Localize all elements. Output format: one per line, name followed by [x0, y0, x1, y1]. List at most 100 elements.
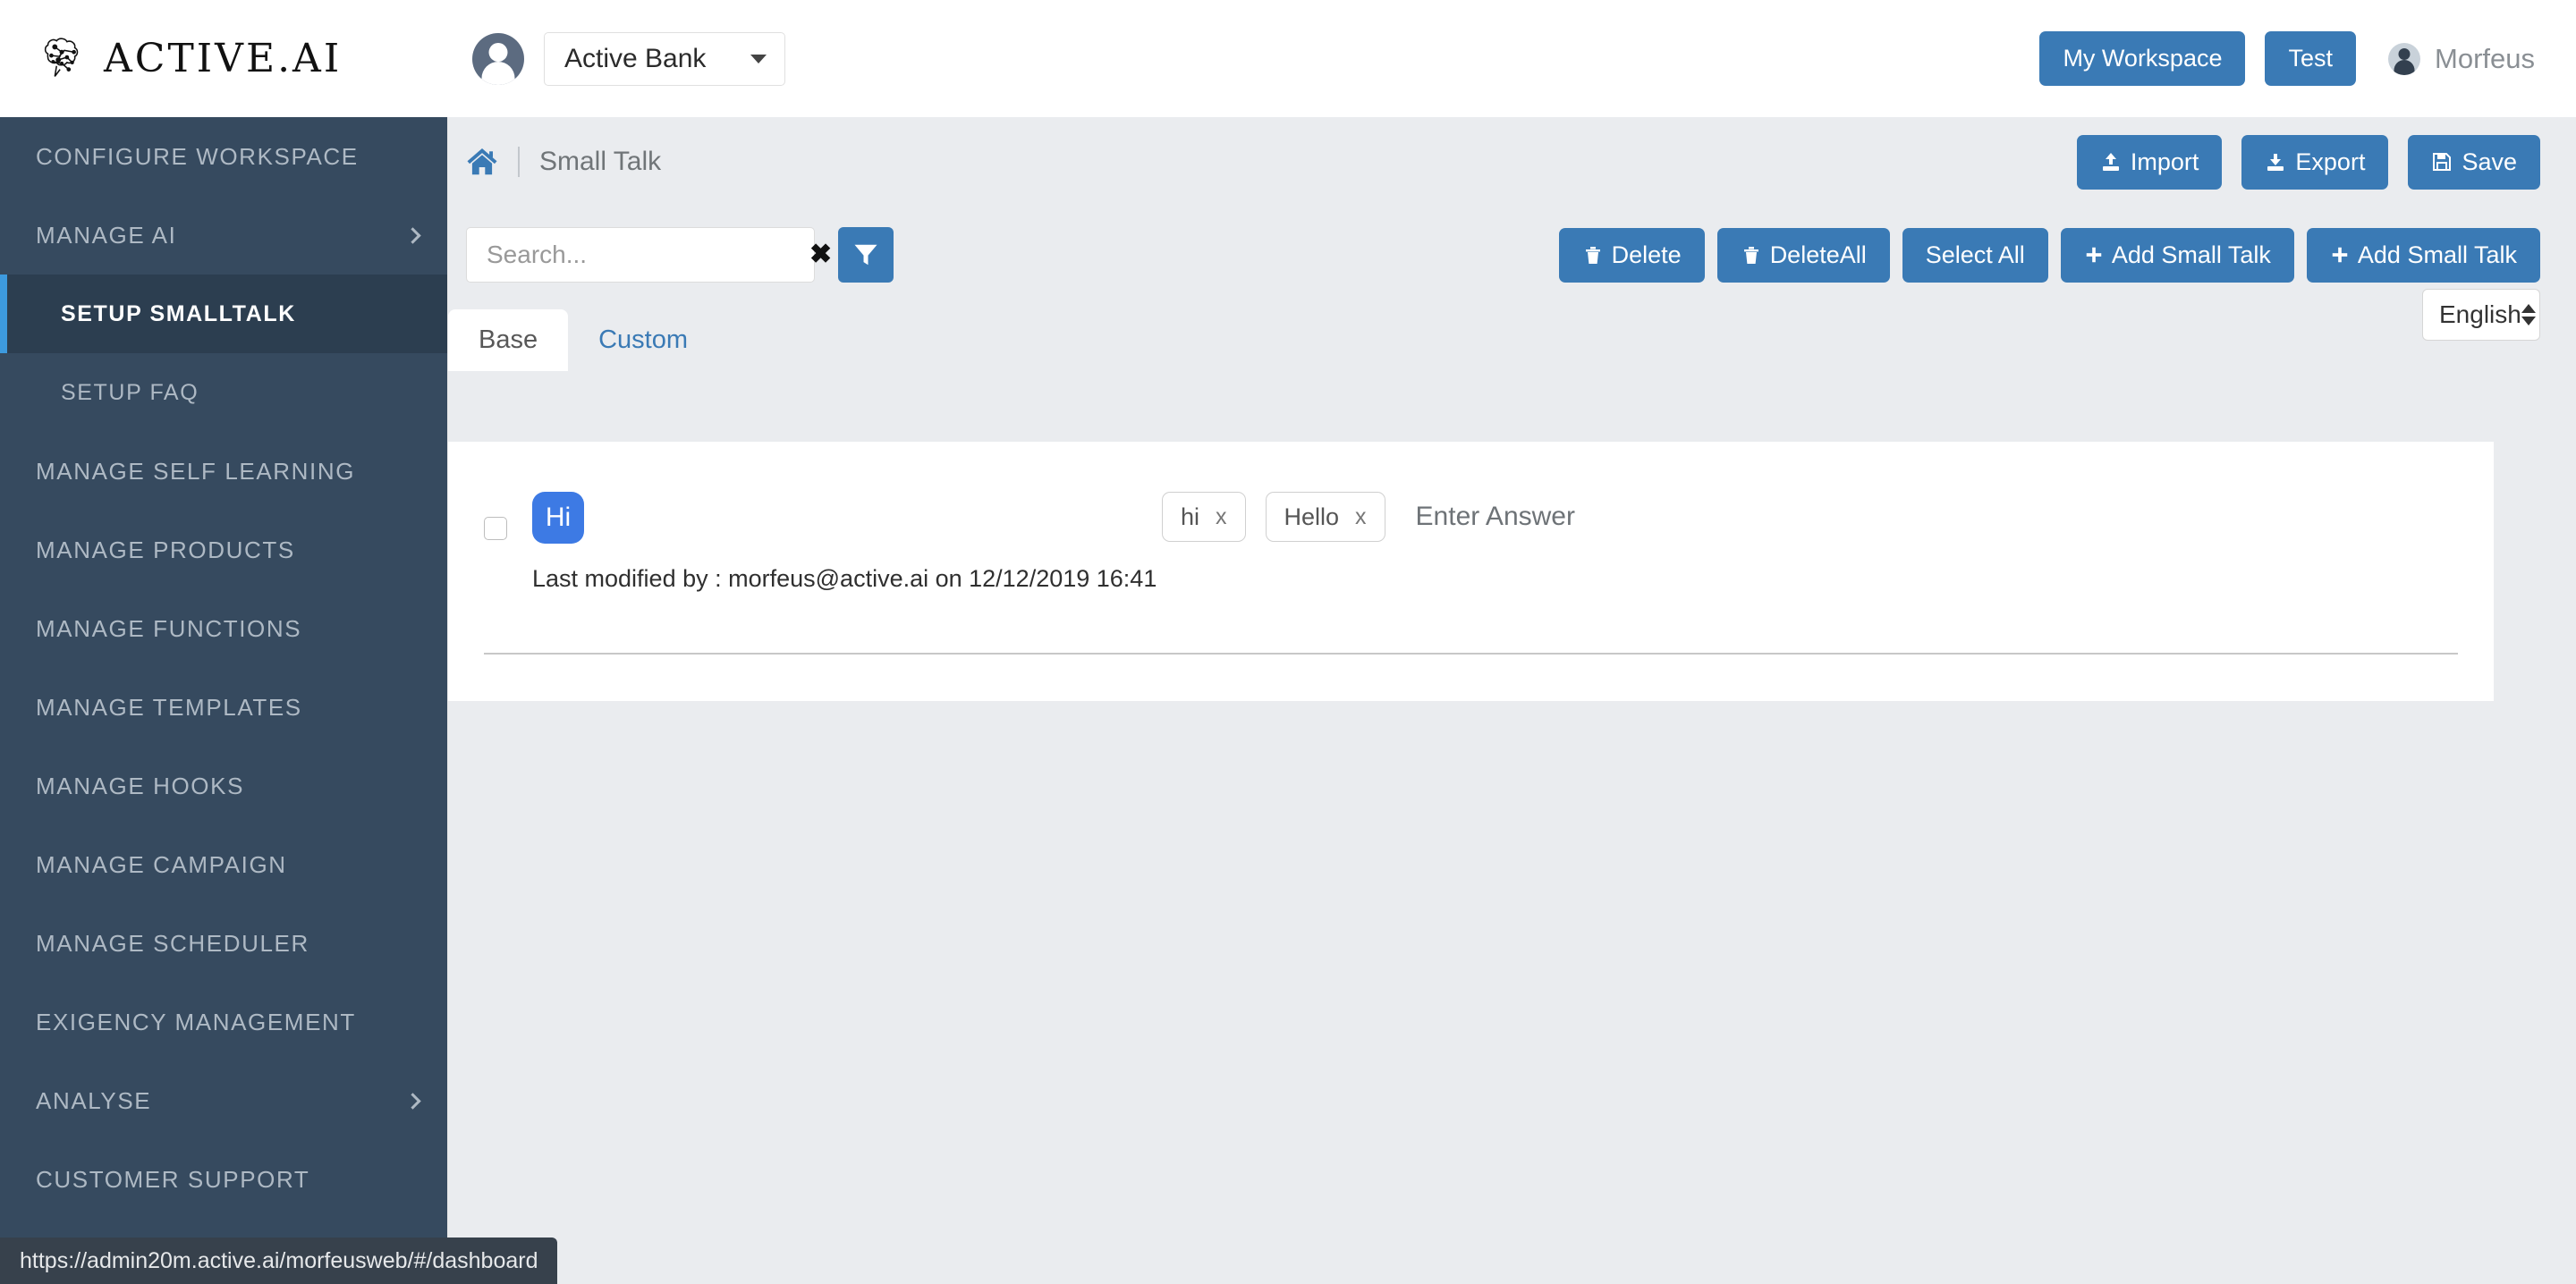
floppy-disk-icon [2433, 152, 2452, 171]
sidebar-item-label: EXIGENCY MANAGEMENT [36, 1008, 356, 1035]
sidebar-item-manage-functions[interactable]: MANAGE FUNCTIONS [0, 589, 447, 668]
sidebar-item-configure-workspace[interactable]: CONFIGURE WORKSPACE [0, 117, 447, 196]
brain-network-icon [44, 37, 79, 77]
tab-custom[interactable]: Custom [568, 309, 718, 371]
plus-icon [2086, 247, 2102, 262]
smalltalk-card: Hi hi x Hello x Enter Answer Last modifi… [448, 442, 2494, 701]
sidebar-item-label: MANAGE AI [36, 221, 177, 249]
brand-name: ACTIVE.AI [104, 36, 343, 81]
tag-label: hi [1181, 503, 1200, 530]
list-item[interactable]: hi x [1162, 492, 1246, 542]
chevron-right-icon [404, 1092, 421, 1110]
sidebar-item-setup-smalltalk[interactable]: SETUP SMALLTALK [0, 275, 447, 353]
plus-icon [2332, 247, 2348, 262]
user-menu[interactable]: Morfeus [2388, 42, 2535, 75]
search-box[interactable]: ✖ [466, 227, 832, 283]
deleteall-button[interactable]: DeleteAll [1716, 227, 1890, 283]
save-label: Save [2462, 148, 2517, 175]
answer-input[interactable]: Enter Answer [1416, 502, 1575, 532]
user-name: Morfeus [2435, 42, 2535, 74]
sidebar-item-label: MANAGE HOOKS [36, 772, 245, 799]
breadcrumb-separator [518, 147, 520, 177]
sidebar-item-manage-campaign[interactable]: MANAGE CAMPAIGN [0, 825, 447, 904]
button-label: Add Small Talk [2357, 241, 2517, 268]
sidebar-item-label: MANAGE PRODUCTS [36, 536, 295, 563]
trash-icon [1743, 246, 1758, 264]
tabs-row: Base Custom [448, 303, 2576, 371]
home-icon[interactable] [466, 147, 498, 177]
table-row: Hi hi x Hello x Enter Answer [448, 442, 2494, 544]
test-button[interactable]: Test [2265, 31, 2357, 86]
add-small-talk-button-2[interactable]: Add Small Talk [2306, 227, 2540, 283]
last-modified-text: Last modified by : morfeus@active.ai on … [532, 565, 1157, 592]
breadcrumb-row: Small Talk Import Export Save [448, 117, 2576, 207]
tag-remove-icon[interactable]: x [1216, 504, 1227, 530]
sidebar-item-manage-ai[interactable]: MANAGE AI [0, 196, 447, 275]
filter-button[interactable] [838, 227, 894, 283]
clear-x-icon[interactable]: ✖ [809, 241, 832, 268]
user-circle-icon [2388, 42, 2421, 75]
toolbar-action-buttons: Delete DeleteAll Select All Add Small Talk A… [1558, 227, 2540, 283]
trash-icon [1585, 246, 1600, 264]
import-button[interactable]: Import [2076, 134, 2223, 190]
sidebar-item-label: MANAGE FUNCTIONS [36, 614, 302, 642]
chevron-right-icon [404, 226, 421, 244]
import-label: Import [2130, 148, 2199, 175]
upload-icon [2102, 152, 2119, 171]
sidebar-item-label: SETUP SMALLTALK [61, 300, 296, 326]
sidebar-item-label: MANAGE TEMPLATES [36, 693, 302, 721]
search-input[interactable] [487, 241, 809, 269]
workspace-select[interactable]: Active Bank [544, 31, 785, 86]
smalltalk-badge[interactable]: Hi [532, 492, 584, 544]
header-actions: My Workspace Test Morfeus [2039, 31, 2535, 86]
sidebar-item-manage-templates[interactable]: MANAGE TEMPLATES [0, 668, 447, 747]
row-checkbox[interactable] [484, 517, 507, 540]
button-label: DeleteAll [1769, 241, 1867, 268]
sidebar-item-setup-faq[interactable]: SETUP FAQ [0, 353, 447, 432]
breadcrumb-actions: Import Export Save [2076, 134, 2540, 190]
delete-button[interactable]: Delete [1558, 227, 1705, 283]
sidebar-item-analyse[interactable]: ANALYSE [0, 1061, 447, 1140]
select-all-button[interactable]: Select All [1902, 227, 2048, 283]
button-label: Select All [1925, 241, 2025, 268]
tag-remove-icon[interactable]: x [1355, 504, 1367, 530]
button-label: Add Small Talk [2111, 241, 2271, 268]
row-divider [484, 653, 2458, 655]
toolbar-row: ✖ Delete DeleteAll Select All Add Small Tal… [448, 207, 2576, 341]
sidebar-item-label: MANAGE SCHEDULER [36, 929, 309, 957]
main-content: Small Talk Import Export Save Search... … [448, 117, 2576, 1284]
top-header: ACTIVE.AI Active Bank My Workspace Test … [0, 0, 2576, 117]
sidebar-item-manage-products[interactable]: MANAGE PRODUCTS [0, 511, 447, 589]
sidebar-item-manage-scheduler[interactable]: MANAGE SCHEDULER [0, 904, 447, 983]
save-button[interactable]: Save [2408, 134, 2540, 190]
funnel-filter-icon [854, 244, 877, 266]
sidebar-item-manage-self-learning[interactable]: MANAGE SELF LEARNING [0, 432, 447, 511]
row-tag-list: hi x Hello x Enter Answer [1162, 492, 1575, 542]
workspace-picker[interactable]: Active Bank [472, 31, 785, 86]
status-bar: https://admin20m.active.ai/morfeusweb/#/… [0, 1238, 558, 1284]
status-bar-url: https://admin20m.active.ai/morfeusweb/#/… [20, 1247, 538, 1273]
brand-logo-area[interactable]: ACTIVE.AI [36, 31, 447, 87]
tag-label: Hello [1284, 503, 1340, 530]
sidebar-item-label: CONFIGURE WORKSPACE [36, 142, 359, 170]
sidebar-item-label: MANAGE CAMPAIGN [36, 850, 287, 878]
sidebar-item-label: MANAGE SELF LEARNING [36, 457, 356, 485]
sidebar-item-label: SETUP FAQ [61, 379, 199, 405]
sidebar-nav: CONFIGURE WORKSPACE MANAGE AI SETUP SMALLT… [0, 117, 448, 1238]
page-title: Small Talk [539, 147, 662, 176]
add-small-talk-button[interactable]: Add Small Talk [2060, 227, 2294, 283]
list-item[interactable]: Hello x [1265, 492, 1385, 542]
my-workspace-button[interactable]: My Workspace [2039, 31, 2246, 86]
export-button[interactable]: Export [2241, 134, 2389, 190]
sidebar-item-manage-hooks[interactable]: MANAGE HOOKS [0, 747, 447, 825]
download-icon [2267, 153, 2284, 171]
sidebar-item-label: ANALYSE [36, 1086, 152, 1114]
sidebar-item-exigency-management[interactable]: EXIGENCY MANAGEMENT [0, 983, 447, 1061]
workspace-avatar-icon [472, 32, 524, 85]
sidebar-item-customer-support[interactable]: CUSTOMER SUPPORT [0, 1140, 447, 1219]
sidebar-item-label: CUSTOMER SUPPORT [36, 1165, 310, 1193]
tab-base[interactable]: Base [448, 309, 569, 371]
export-label: Export [2295, 148, 2366, 175]
workspace-select-value: Active Bank [564, 43, 707, 73]
caret-down-icon [750, 54, 767, 63]
